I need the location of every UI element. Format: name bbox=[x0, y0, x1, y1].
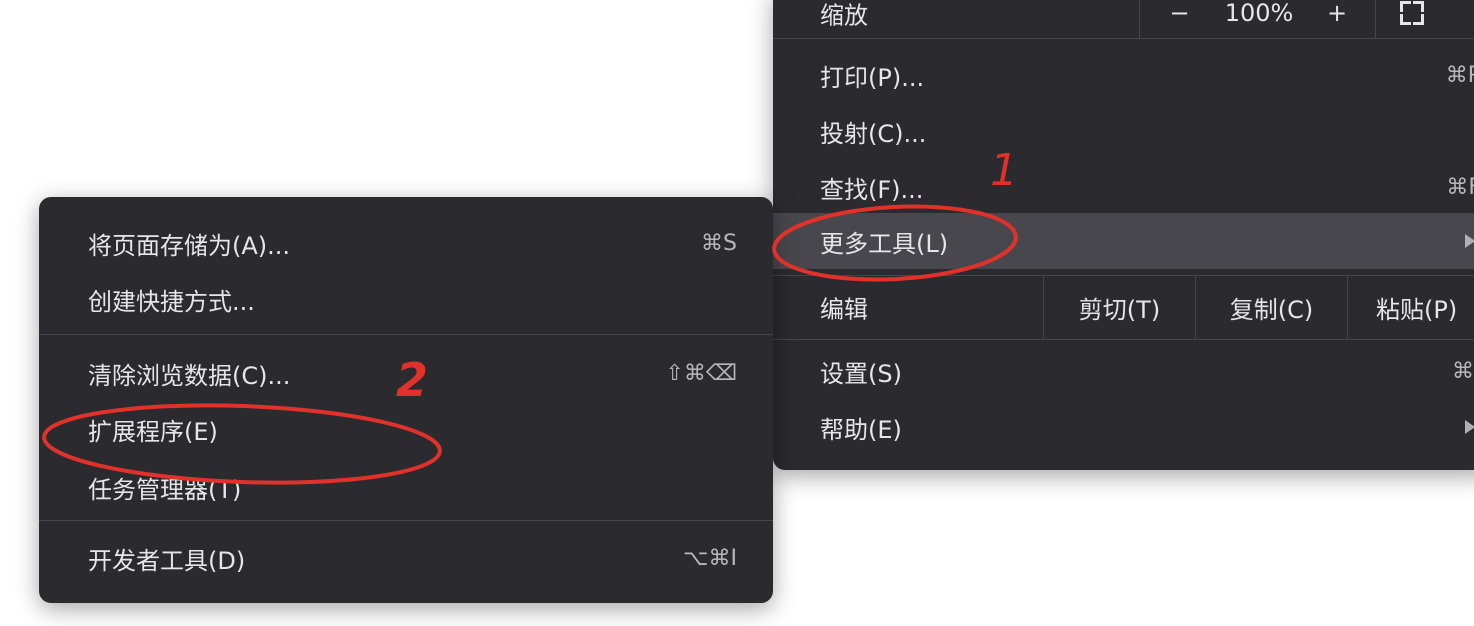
divider bbox=[39, 334, 773, 335]
edit-row: 编辑 剪切(T) 复制(C) 粘贴(P) bbox=[773, 275, 1474, 339]
zoom-in-button[interactable]: + bbox=[1299, 0, 1375, 38]
shortcut-label: ⌥⌘I bbox=[683, 545, 737, 571]
copy-button[interactable]: 复制(C) bbox=[1195, 275, 1347, 339]
fullscreen-button[interactable] bbox=[1375, 0, 1474, 38]
more-tools-submenu: 将页面存储为(A)... ⌘S 创建快捷方式... 清除浏览数据(C)... ⇧… bbox=[39, 197, 773, 603]
cut-button[interactable]: 剪切(T) bbox=[1043, 275, 1195, 339]
zoom-level: 100% bbox=[1224, 0, 1294, 27]
menu-item-clear-browsing-data[interactable]: 清除浏览数据(C)... ⇧⌘⌫ bbox=[39, 345, 773, 401]
shortcut-label: ⇧⌘⌫ bbox=[665, 360, 737, 386]
menu-item-extensions[interactable]: 扩展程序(E) bbox=[39, 401, 773, 457]
plus-icon: + bbox=[1326, 0, 1348, 27]
menu-item-print[interactable]: 打印(P)... ⌘P bbox=[773, 47, 1474, 103]
menu-item-save-page[interactable]: 将页面存储为(A)... ⌘S bbox=[39, 215, 773, 271]
menu-item-settings[interactable]: 设置(S) ⌘, bbox=[773, 343, 1474, 399]
menu-item-developer-tools[interactable]: 开发者工具(D) ⌥⌘I bbox=[39, 530, 773, 586]
menu-item-cast[interactable]: 投射(C)... bbox=[773, 103, 1474, 159]
paste-button[interactable]: 粘贴(P) bbox=[1347, 275, 1474, 339]
shortcut-label: ⌘, bbox=[1452, 358, 1474, 384]
menu-item-create-shortcut[interactable]: 创建快捷方式... bbox=[39, 271, 773, 327]
zoom-row: 缩放 − 100% + bbox=[773, 0, 1474, 38]
menu-item-task-manager[interactable]: 任务管理器(T) bbox=[39, 459, 773, 515]
zoom-out-button[interactable]: − bbox=[1139, 0, 1219, 38]
screenshot-stage: 缩放 − 100% + 打印(P)... ⌘P 投射(C)... bbox=[0, 0, 1474, 626]
menu-item-find[interactable]: 查找(F)... ⌘F bbox=[773, 159, 1474, 215]
shortcut-label: ⌘F bbox=[1446, 174, 1474, 200]
divider bbox=[39, 520, 773, 521]
edit-label: 编辑 bbox=[820, 295, 868, 324]
divider bbox=[773, 339, 1474, 340]
chrome-main-menu: 缩放 − 100% + 打印(P)... ⌘P 投射(C)... bbox=[773, 0, 1474, 470]
minus-icon: − bbox=[1169, 0, 1190, 27]
divider bbox=[773, 38, 1474, 39]
chevron-right-icon bbox=[1465, 234, 1474, 248]
chevron-right-icon bbox=[1465, 420, 1474, 434]
shortcut-label: ⌘S bbox=[701, 230, 737, 256]
zoom-label: 缩放 bbox=[820, 1, 868, 30]
fullscreen-icon bbox=[1399, 1, 1424, 25]
shortcut-label: ⌘P bbox=[1445, 62, 1474, 88]
menu-item-help[interactable]: 帮助(E) bbox=[773, 399, 1474, 455]
menu-item-more-tools[interactable]: 更多工具(L) bbox=[773, 213, 1474, 269]
